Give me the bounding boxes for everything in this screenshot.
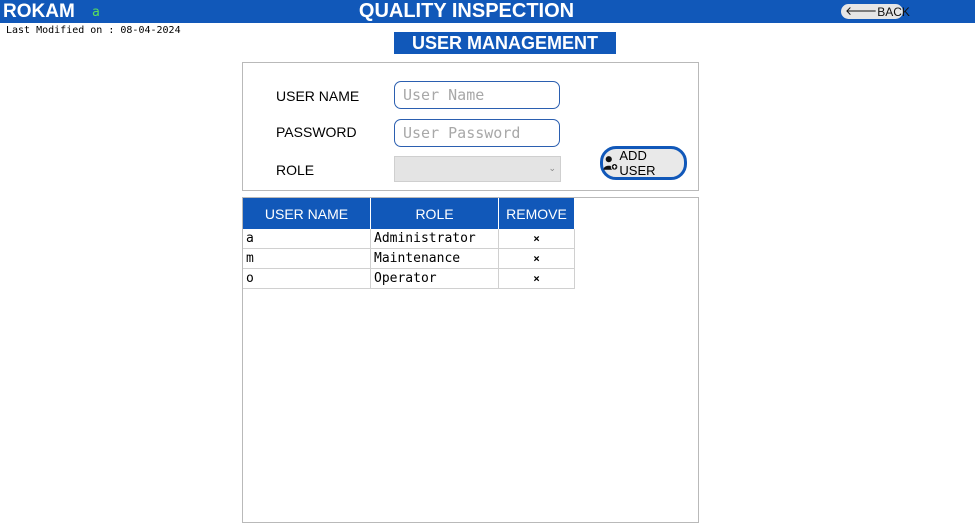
table-row[interactable]: m Maintenance × [243, 248, 575, 269]
column-header-role: ROLE [370, 198, 499, 229]
column-header-remove: REMOVE [498, 198, 575, 229]
arrow-left-icon: 🡐 [845, 4, 878, 18]
password-label: PASSWORD [276, 124, 357, 140]
password-input[interactable] [394, 119, 560, 147]
app-title: QUALITY INSPECTION [358, 0, 575, 22]
username-label: USER NAME [276, 88, 360, 104]
users-table: USER NAME ROLE REMOVE a Administrator × … [243, 198, 575, 289]
cell-username: a [243, 229, 371, 249]
last-modified-text: Last Modified on : 08-04-2024 [6, 25, 181, 36]
back-label: BACK [877, 4, 910, 19]
cell-role: Maintenance [370, 248, 499, 269]
cell-username: o [243, 268, 371, 289]
table-row[interactable]: a Administrator × [243, 229, 575, 249]
table-header-row: USER NAME ROLE REMOVE [243, 198, 575, 229]
remove-icon[interactable]: × [498, 248, 575, 269]
remove-icon[interactable]: × [498, 268, 575, 289]
add-user-label: ADD USER [619, 148, 656, 178]
add-user-button[interactable]: ADD USER [600, 146, 687, 180]
role-select[interactable]: ⌄ [394, 156, 561, 182]
cell-role: Operator [370, 268, 499, 289]
add-user-icon [603, 156, 619, 171]
username-input[interactable] [394, 81, 560, 109]
cell-role: Administrator [370, 229, 499, 249]
users-table-panel: USER NAME ROLE REMOVE a Administrator × … [242, 197, 699, 523]
add-user-form: USER NAME PASSWORD ROLE ⌄ ADD USER [242, 62, 699, 191]
title-bar: ROKAM a QUALITY INSPECTION 🡐 BACK [0, 0, 975, 23]
remove-icon[interactable]: × [498, 229, 575, 249]
section-title: USER MANAGEMENT [394, 32, 616, 54]
cell-username: m [243, 248, 371, 269]
column-header-username: USER NAME [243, 198, 371, 229]
chevron-down-icon: ⌄ [548, 163, 556, 173]
table-row[interactable]: o Operator × [243, 268, 575, 289]
role-label: ROLE [276, 162, 315, 178]
back-button[interactable]: 🡐 BACK [841, 4, 910, 19]
